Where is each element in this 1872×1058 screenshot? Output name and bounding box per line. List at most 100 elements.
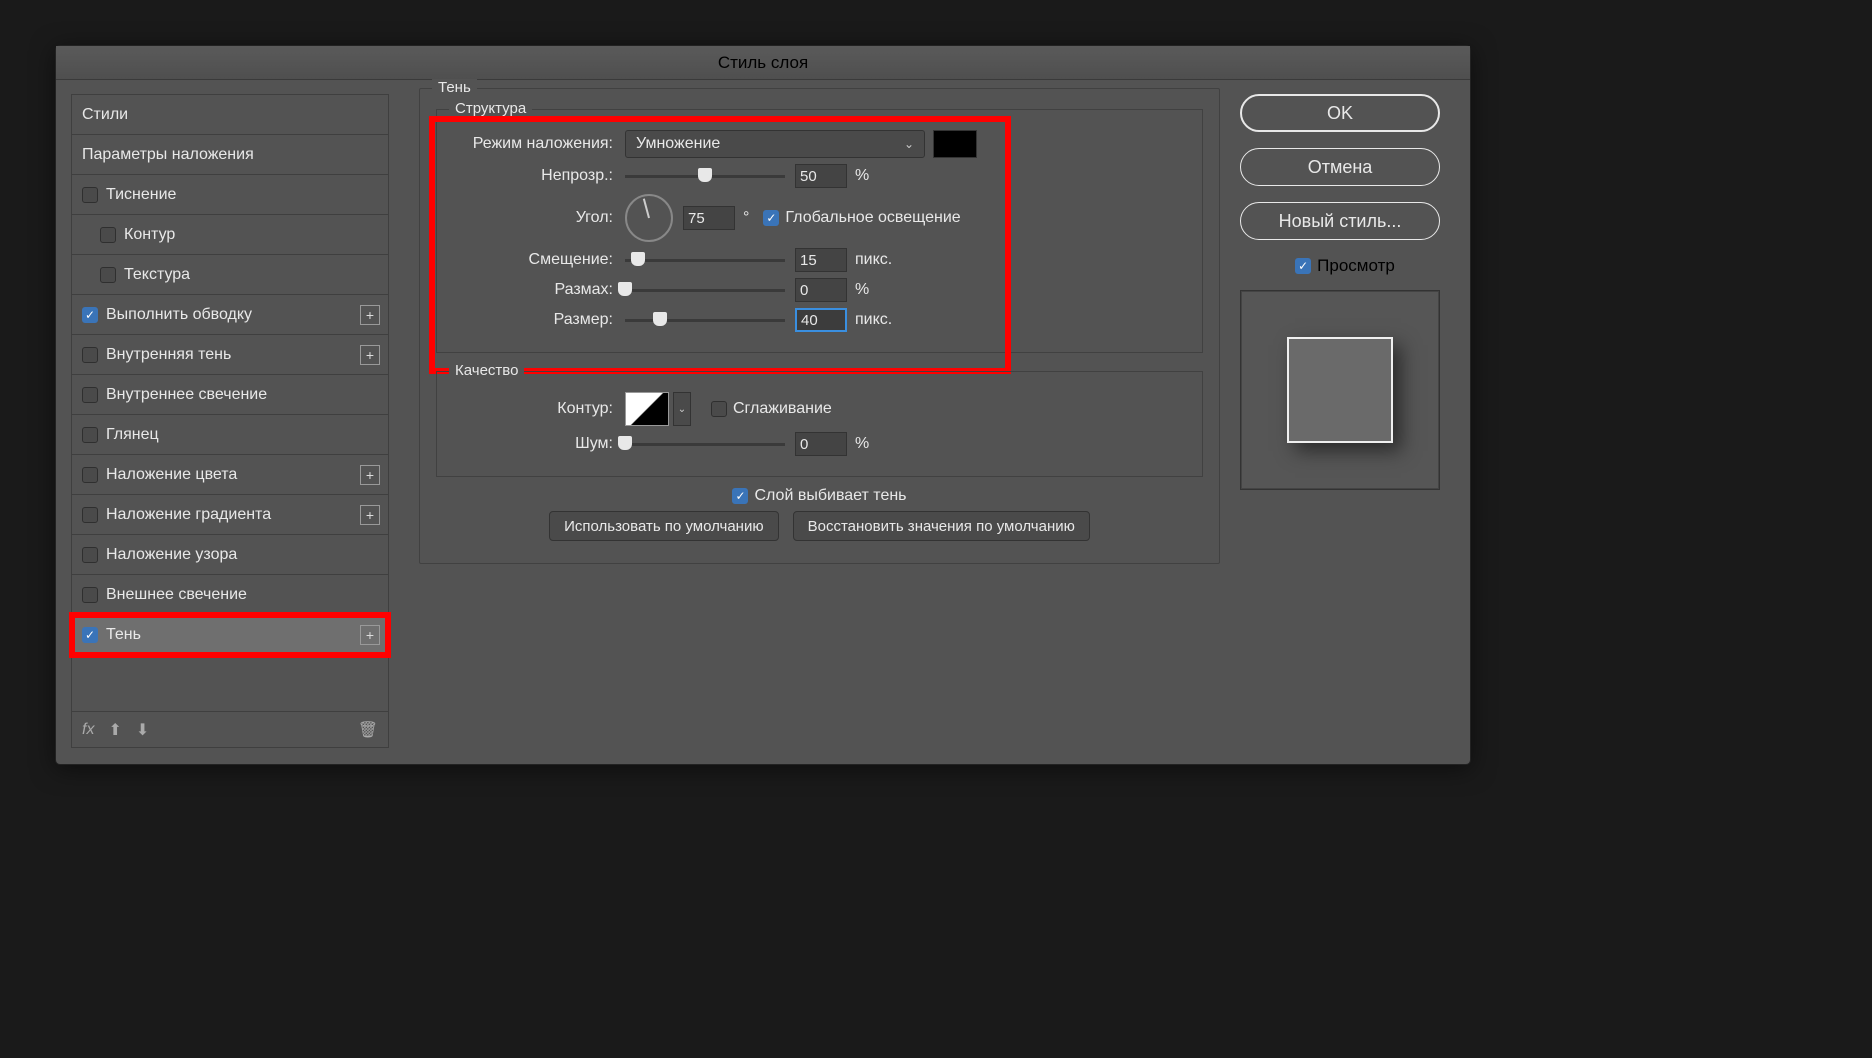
styles-header[interactable]: Стили <box>72 95 388 135</box>
style-checkbox[interactable] <box>82 507 98 523</box>
structure-group: Структура Режим наложения: Умножение ⌄ Н… <box>436 109 1203 353</box>
global-light-checkbox[interactable] <box>763 210 779 226</box>
reset-default-button[interactable]: Восстановить значения по умолчанию <box>793 511 1090 541</box>
style-label: Наложение узора <box>106 546 237 564</box>
dialog-title: Стиль слоя <box>56 46 1470 80</box>
style-checkbox[interactable] <box>82 547 98 563</box>
section-title: Тень <box>432 79 477 96</box>
angle-unit: ° <box>743 209 749 227</box>
noise-slider[interactable] <box>625 434 785 454</box>
style-row-внутренняя-тень[interactable]: Внутренняя тень + <box>72 335 388 375</box>
style-row-внутреннее-свечение[interactable]: Внутреннее свечение <box>72 375 388 415</box>
preview-checkbox[interactable] <box>1295 258 1311 274</box>
make-default-button[interactable]: Использовать по умолчанию <box>549 511 778 541</box>
blend-mode-select[interactable]: Умножение ⌄ <box>625 130 925 158</box>
style-row-наложение-цвета[interactable]: Наложение цвета + <box>72 455 388 495</box>
global-light-label: Глобальное освещение <box>785 209 960 227</box>
styles-footer: fx ⬆ ⬇ 🗑 <box>72 711 388 747</box>
antialias-label: Сглаживание <box>733 400 832 418</box>
move-down-icon[interactable]: ⬇ <box>136 720 149 740</box>
style-label: Внешнее свечение <box>106 586 247 604</box>
blending-options-row[interactable]: Параметры наложения <box>72 135 388 175</box>
style-label: Тень <box>106 626 141 644</box>
move-up-icon[interactable]: ⬆ <box>108 720 121 740</box>
opacity-label: Непрозр.: <box>453 167 613 185</box>
distance-input[interactable] <box>795 248 847 272</box>
quality-legend: Качество <box>449 362 524 379</box>
distance-label: Смещение: <box>453 251 613 269</box>
size-input[interactable] <box>795 308 847 332</box>
blend-mode-label: Режим наложения: <box>453 135 613 153</box>
style-checkbox[interactable] <box>82 427 98 443</box>
spread-slider[interactable] <box>625 280 785 300</box>
distance-slider[interactable] <box>625 250 785 270</box>
knockout-checkbox[interactable] <box>732 488 748 504</box>
contour-label: Контур: <box>453 400 613 418</box>
angle-label: Угол: <box>453 209 613 227</box>
preview-label: Просмотр <box>1317 256 1395 276</box>
style-row-текстура[interactable]: Текстура <box>72 255 388 295</box>
style-label: Наложение градиента <box>106 506 271 524</box>
style-checkbox[interactable] <box>82 347 98 363</box>
style-checkbox[interactable] <box>82 627 98 643</box>
knockout-label: Слой выбивает тень <box>754 487 906 505</box>
noise-unit: % <box>855 435 869 453</box>
new-style-button[interactable]: Новый стиль... <box>1240 202 1440 240</box>
add-effect-icon[interactable]: + <box>360 505 380 525</box>
style-label: Наложение цвета <box>106 466 237 484</box>
cancel-button[interactable]: Отмена <box>1240 148 1440 186</box>
angle-dial[interactable] <box>625 194 673 242</box>
opacity-input[interactable] <box>795 164 847 188</box>
style-row-контур[interactable]: Контур <box>72 215 388 255</box>
shadow-color-swatch[interactable] <box>933 130 977 158</box>
style-row-наложение-градиента[interactable]: Наложение градиента + <box>72 495 388 535</box>
style-label: Текстура <box>124 266 190 284</box>
contour-preview[interactable] <box>625 392 669 426</box>
style-row-выполнить-обводку[interactable]: Выполнить обводку+ <box>72 295 388 335</box>
add-effect-icon[interactable]: + <box>360 625 380 645</box>
style-checkbox[interactable] <box>82 307 98 323</box>
style-label: Тиснение <box>106 186 176 204</box>
noise-input[interactable] <box>795 432 847 456</box>
style-row-глянец[interactable]: Глянец <box>72 415 388 455</box>
style-checkbox[interactable] <box>100 227 116 243</box>
preview-inner <box>1287 337 1393 443</box>
fx-icon[interactable]: fx <box>82 721 94 739</box>
trash-icon[interactable]: 🗑 <box>358 720 378 740</box>
style-checkbox[interactable] <box>82 587 98 603</box>
antialias-checkbox[interactable] <box>711 401 727 417</box>
blending-options-label: Параметры наложения <box>82 146 254 164</box>
style-label: Внутренняя тень <box>106 346 231 364</box>
opacity-unit: % <box>855 167 869 185</box>
preview-thumbnail <box>1240 290 1440 490</box>
add-effect-icon[interactable]: + <box>360 465 380 485</box>
style-checkbox[interactable] <box>82 387 98 403</box>
ok-button[interactable]: OK <box>1240 94 1440 132</box>
contour-dropdown[interactable]: ⌄ <box>673 392 691 426</box>
style-checkbox[interactable] <box>100 267 116 283</box>
quality-group: Качество Контур: ⌄ Сглаживание Шум: % <box>436 371 1203 477</box>
spread-unit: % <box>855 281 869 299</box>
structure-legend: Структура <box>449 100 532 117</box>
distance-unit: пикс. <box>855 251 892 269</box>
styles-sidebar: Стили Параметры наложения Тиснение Контур… <box>56 80 389 764</box>
spread-label: Размах: <box>453 281 613 299</box>
style-row-наложение-узора[interactable]: Наложение узора <box>72 535 388 575</box>
size-slider[interactable] <box>625 310 785 330</box>
angle-input[interactable] <box>683 206 735 230</box>
shadow-section: Тень Структура Режим наложения: Умножени… <box>419 88 1220 564</box>
opacity-slider[interactable] <box>625 166 785 186</box>
style-row-внешнее-свечение[interactable]: Внешнее свечение <box>72 575 388 615</box>
add-effect-icon[interactable]: + <box>360 305 380 325</box>
style-row-тиснение[interactable]: Тиснение <box>72 175 388 215</box>
styles-header-label: Стили <box>82 106 128 124</box>
dialog-right-column: OK Отмена Новый стиль... Просмотр <box>1240 80 1470 764</box>
style-checkbox[interactable] <box>82 187 98 203</box>
size-unit: пикс. <box>855 311 892 329</box>
style-label: Глянец <box>106 426 159 444</box>
style-checkbox[interactable] <box>82 467 98 483</box>
style-row-тень[interactable]: Тень + <box>72 615 388 655</box>
add-effect-icon[interactable]: + <box>360 345 380 365</box>
noise-label: Шум: <box>453 435 613 453</box>
spread-input[interactable] <box>795 278 847 302</box>
